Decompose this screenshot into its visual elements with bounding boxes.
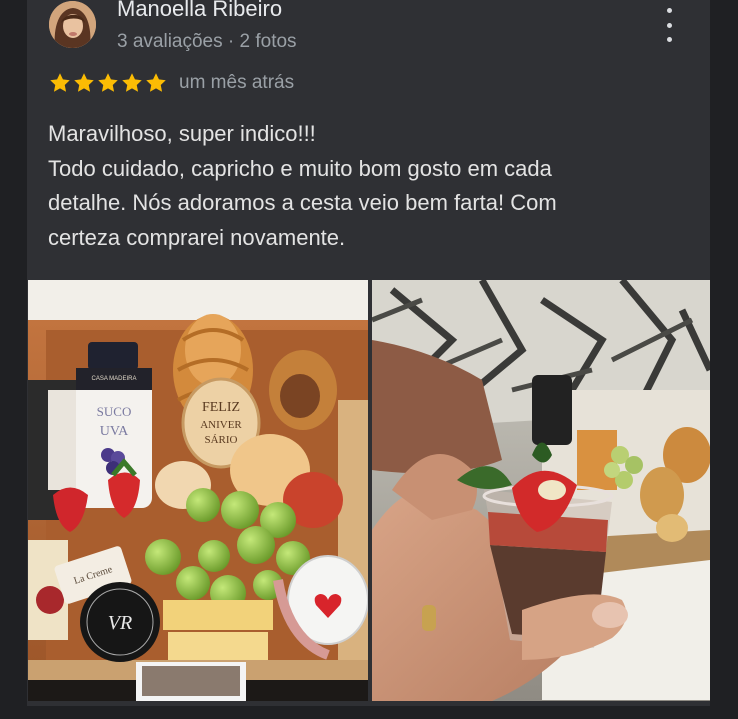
more-vert-icon[interactable]	[655, 8, 683, 42]
avatar[interactable]	[49, 1, 96, 48]
review-text-line: detalhe. Nós adoramos a cesta veio bem f…	[48, 190, 557, 215]
cookie-text-2: ANIVER	[200, 419, 242, 431]
review-photo-dessert[interactable]	[372, 280, 710, 701]
star-icon	[50, 73, 70, 92]
review-text-line: Todo cuidado, capricho e muito bom gosto…	[48, 155, 552, 181]
bottle-label-2: UVA	[100, 424, 129, 439]
review-text: Maravilhoso, super indico!!! Todo cuidad…	[48, 117, 678, 255]
review-text-line: Maravilhoso, super indico!!!	[48, 121, 316, 146]
bottle-brand: CASA MADEIRA	[91, 376, 136, 382]
review-time: um mês atrás	[179, 72, 295, 93]
star-icon	[122, 73, 142, 92]
review-text-line: certeza comprarei novamente.	[48, 224, 346, 250]
cookie-text-3: SÁRIO	[204, 434, 237, 446]
author-name[interactable]: Manoella Ribeiro	[117, 0, 282, 22]
cookie-text-1: FELIZ	[202, 400, 240, 415]
star-icon	[146, 73, 166, 92]
star-icon	[74, 73, 94, 92]
bottle-label-1: SUCO	[97, 404, 132, 419]
logo-text: VR	[108, 612, 132, 634]
star-icon	[98, 73, 118, 92]
star-rating	[48, 71, 168, 95]
author-meta: 3 avaliações · 2 fotos	[117, 31, 297, 52]
review-photo-basket[interactable]: FELIZ ANIVER SÁRIO CASA MADEIRA SUCO UVA	[28, 280, 368, 701]
